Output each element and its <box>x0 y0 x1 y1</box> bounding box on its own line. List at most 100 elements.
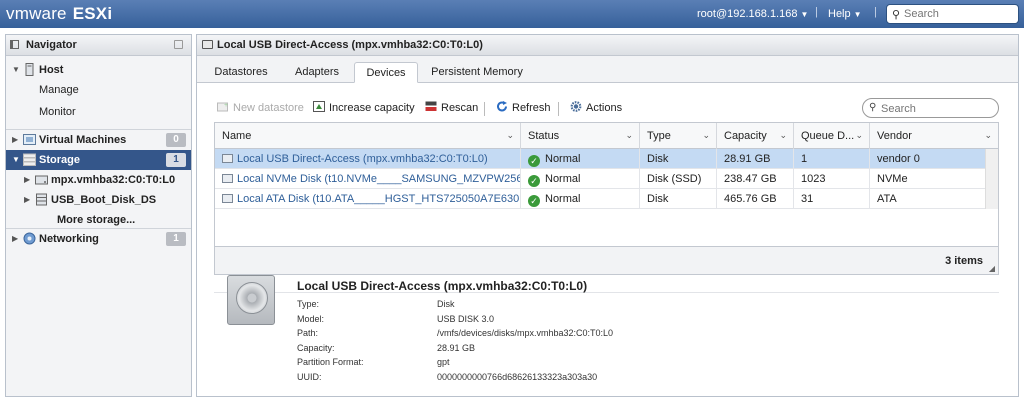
table-header: Name ⌄ Status ⌄ Type ⌄ Capacity ⌄ Queue D...… <box>215 123 998 149</box>
virtual-machine-icon <box>23 134 36 145</box>
increase-capacity-button[interactable]: Increase capacity <box>313 101 415 117</box>
nav-item-device[interactable]: ▶ mpx.vmhba32:C0:T0:L0 <box>18 170 191 190</box>
status-text: Normal <box>545 153 581 165</box>
navigator-icon <box>10 40 19 49</box>
navigator-panel: Navigator ▼ Host Manage Monitor ▶ Virtua… <box>5 34 192 397</box>
resize-handle-icon[interactable]: ◢ <box>989 264 995 273</box>
nav-manage-label: Manage <box>39 84 79 96</box>
property-value: /vmfs/devices/disks/mpx.vmhba32:C0:T0:L0 <box>437 328 614 338</box>
column-label: Vendor <box>877 130 912 142</box>
property-row: Capacity: 28.91 GB <box>297 343 613 358</box>
tab-persistent-memory[interactable]: Persistent Memory <box>429 62 525 83</box>
global-search-input[interactable] <box>904 7 1014 21</box>
table-row[interactable]: Local NVMe Disk (t10.NVMe____SAMSUNG_MZV… <box>215 169 985 189</box>
navigator-header: Navigator <box>6 35 191 56</box>
table-row[interactable]: Local ATA Disk (t10.ATA_____HGST_HTS7250… <box>215 189 985 209</box>
chevron-down-icon[interactable]: ⌄ <box>702 130 710 141</box>
vms-count-badge: 0 <box>166 133 186 147</box>
datastore-icon <box>36 193 47 206</box>
expand-right-icon[interactable]: ▶ <box>24 195 30 204</box>
property-value: USB DISK 3.0 <box>437 313 495 324</box>
chevron-down-icon[interactable]: ⌄ <box>506 130 514 141</box>
property-key: Capacity: <box>297 342 335 353</box>
tab-devices[interactable]: Devices <box>354 62 418 83</box>
column-header-queue-depth[interactable]: Queue D... ⌄ <box>794 123 870 149</box>
nav-storage-label: Storage <box>39 154 80 166</box>
search-icon: ⚲ <box>869 102 877 113</box>
user-menu[interactable]: root@192.168.1.168 ▼ <box>697 8 808 20</box>
collapse-icon[interactable] <box>174 40 183 49</box>
column-header-status[interactable]: Status ⌄ <box>521 123 640 149</box>
column-header-vendor[interactable]: Vendor ⌄ <box>870 123 998 149</box>
tab-bar: Datastores Adapters Devices Persistent M… <box>197 56 1018 83</box>
nav-item-datastore[interactable]: ▶ USB_Boot_Disk_DS <box>18 190 191 210</box>
new-datastore-button[interactable]: + New datastore <box>217 101 304 117</box>
property-row: Model: USB DISK 3.0 <box>297 314 613 329</box>
gear-icon <box>570 101 582 112</box>
column-header-name[interactable]: Name ⌄ <box>215 123 521 149</box>
nav-host-label: Host <box>39 64 64 76</box>
tab-adapters[interactable]: Adapters <box>291 62 343 83</box>
hard-disk-icon <box>227 275 275 325</box>
refresh-button[interactable]: Refresh <box>496 101 551 117</box>
chevron-down-icon[interactable]: ⌄ <box>855 130 863 141</box>
expand-down-icon[interactable]: ▼ <box>12 65 20 74</box>
nav-item-more-storage[interactable]: More storage... <box>24 210 191 230</box>
navigator-title: Navigator <box>26 39 77 51</box>
storage-count-badge: 1 <box>166 153 186 167</box>
devices-table: Name ⌄ Status ⌄ Type ⌄ Capacity ⌄ Queue D...… <box>214 122 999 275</box>
actions-button[interactable]: Actions <box>570 101 622 117</box>
cell-vendor: vendor 0 <box>877 153 920 165</box>
table-footer: 3 items ◢ <box>215 246 998 274</box>
vmware-logo: vmware ESXi <box>6 4 112 24</box>
toolbar-separator <box>558 102 559 116</box>
nav-item-manage[interactable]: Manage <box>6 80 191 100</box>
expand-right-icon[interactable]: ▶ <box>24 175 30 184</box>
actions-label: Actions <box>586 102 623 114</box>
expand-right-icon[interactable]: ▶ <box>12 234 18 243</box>
rescan-label: Rescan <box>441 102 479 114</box>
separator: | <box>815 6 818 18</box>
rescan-button[interactable]: Rescan <box>425 101 478 117</box>
column-header-capacity[interactable]: Capacity ⌄ <box>717 123 794 149</box>
column-header-type[interactable]: Type ⌄ <box>640 123 717 149</box>
devices-search-input[interactable] <box>881 102 993 115</box>
nav-item-monitor[interactable]: Monitor <box>6 102 191 122</box>
new-datastore-label: New datastore <box>233 102 304 114</box>
table-row[interactable]: Local USB Direct-Access (mpx.vmhba32:C0:… <box>215 149 985 169</box>
expand-down-icon[interactable]: ▼ <box>12 155 20 164</box>
column-label: Queue D... <box>801 130 855 142</box>
item-count: 3 items <box>945 255 983 267</box>
check-circle-icon: ✓ <box>528 155 540 167</box>
nav-item-host[interactable]: ▼ Host <box>6 60 191 80</box>
refresh-label: Refresh <box>512 102 551 114</box>
nav-item-virtual-machines[interactable]: ▶ Virtual Machines 0 <box>6 129 191 149</box>
chevron-down-icon: ▼ <box>853 10 862 19</box>
top-bar: vmware ESXi root@192.168.1.168 ▼ | Help ▼ |… <box>0 0 1024 28</box>
expand-right-icon[interactable]: ▶ <box>12 135 18 144</box>
device-name: Local ATA Disk (t10.ATA_____HGST_HTS7250… <box>237 193 521 205</box>
chevron-down-icon: ▼ <box>800 10 809 19</box>
nav-item-networking[interactable]: ▶ Networking 1 <box>6 228 191 248</box>
tab-datastores[interactable]: Datastores <box>213 62 269 83</box>
nav-networking-label: Networking <box>39 233 99 245</box>
cell-name: Local ATA Disk (t10.ATA_____HGST_HTS7250… <box>215 189 521 209</box>
global-search[interactable]: ⚲ <box>886 4 1019 24</box>
property-row: Type: Disk <box>297 299 613 314</box>
nav-item-storage[interactable]: ▼ Storage 1 <box>6 150 191 170</box>
chevron-down-icon[interactable]: ⌄ <box>984 130 992 141</box>
check-circle-icon: ✓ <box>528 195 540 207</box>
chevron-down-icon[interactable]: ⌄ <box>625 130 633 141</box>
nav-datastore-label: USB_Boot_Disk_DS <box>51 194 157 206</box>
help-menu[interactable]: Help ▼ <box>828 8 862 20</box>
product-name: ESXi <box>72 4 113 23</box>
cell-queue-depth: 1023 <box>794 169 870 189</box>
storage-icon <box>23 153 36 166</box>
devices-search[interactable]: ⚲ <box>862 98 999 118</box>
nav-device-label: mpx.vmhba32:C0:T0:L0 <box>51 174 176 186</box>
host-icon <box>25 63 34 76</box>
chevron-down-icon[interactable]: ⌄ <box>779 130 787 141</box>
details-properties: Type: Disk Model: USB DISK 3.0 Path: /vmfs/… <box>297 299 613 386</box>
disk-icon <box>222 174 233 183</box>
vertical-scrollbar[interactable] <box>985 149 998 209</box>
